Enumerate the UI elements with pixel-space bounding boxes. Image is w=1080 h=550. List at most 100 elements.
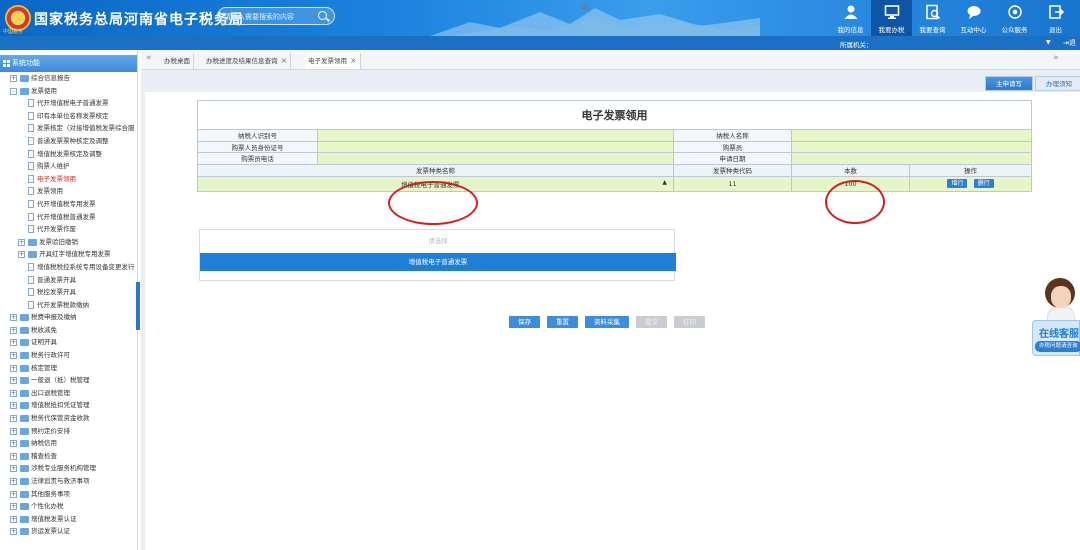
sidebar-item[interactable]: - 发票使用 <box>0 85 137 98</box>
sidebar-item[interactable]: 代开增值税电子普通发票 <box>0 97 137 110</box>
tab-handling-notes[interactable]: 办理须知 <box>1035 76 1080 91</box>
sidebar-item[interactable]: + 证明开具 <box>0 336 137 349</box>
nav-public-service[interactable]: 公众服务 <box>994 0 1035 36</box>
nav-tax-handling[interactable]: 我要办税 <box>871 0 912 36</box>
tab-e-invoice-apply[interactable]: 电子发票领用 × <box>305 53 361 69</box>
sidebar-item[interactable]: 电子发票领用 <box>0 173 137 186</box>
tab-scroll-right-icon[interactable]: » <box>1053 53 1059 63</box>
expand-icon[interactable]: + <box>10 427 17 435</box>
buyer-id-field[interactable] <box>317 140 674 153</box>
expand-icon[interactable]: + <box>10 515 17 523</box>
sidebar-item[interactable]: + 税收减免 <box>0 324 137 337</box>
sidebar-item[interactable]: 印有本单位名称发票核定 <box>0 110 137 123</box>
sidebar-item[interactable]: + 涉税专业服务机构管理 <box>0 462 137 475</box>
nav-exit[interactable]: 退出 <box>1035 0 1076 36</box>
expand-icon[interactable]: + <box>10 415 17 423</box>
sidebar-item-label: 代开增值税普通发票 <box>37 212 96 221</box>
nav-interaction[interactable]: 互动中心 <box>953 0 994 36</box>
expand-icon[interactable]: + <box>10 314 17 322</box>
expand-icon[interactable]: + <box>10 440 17 448</box>
save-button[interactable]: 保存 <box>509 316 540 328</box>
sidebar-item[interactable]: 代开增值税专用发票 <box>0 198 137 211</box>
search-icon[interactable] <box>318 11 327 20</box>
sidebar-item[interactable]: + 核定管理 <box>0 362 137 375</box>
sidebar-item[interactable]: 购票人维护 <box>0 160 137 173</box>
sidebar-item[interactable]: + 税费申报及缴纳 <box>0 311 137 324</box>
nav-my-info[interactable]: 我的信息 <box>830 0 871 36</box>
sidebar-item-label: 发票使用 <box>31 86 57 95</box>
sidebar-item[interactable]: + 预约定价安排 <box>0 425 137 438</box>
sidebar-item[interactable]: + 其他服务事项 <box>0 488 137 501</box>
data-collect-button[interactable]: 资料采集 <box>585 316 629 328</box>
sidebar-item[interactable]: + 增值税抵扣凭证管理 <box>0 399 137 412</box>
sidebar-item[interactable]: + 稽查检查 <box>0 450 137 463</box>
expand-icon[interactable]: + <box>10 389 17 397</box>
tab-main-apply[interactable]: 主申请写 <box>985 76 1033 91</box>
sidebar-collapse-handle[interactable] <box>136 282 140 330</box>
expand-icon[interactable]: + <box>10 490 17 498</box>
org-dropdown-icon[interactable]: ▼ <box>1046 39 1051 46</box>
print-button[interactable]: 打印 <box>674 316 705 328</box>
tab-progress-query[interactable]: 办税进度及结果信息查询 × <box>203 53 292 69</box>
sidebar-item[interactable]: 代开发票作废 <box>0 223 137 236</box>
sidebar-item[interactable]: 税控发票开具 <box>0 286 137 299</box>
expand-icon[interactable]: + <box>10 402 17 410</box>
expand-icon[interactable]: + <box>10 75 17 82</box>
apply-date-field[interactable] <box>790 152 1033 165</box>
sidebar-item[interactable]: 代开增值税普通发票 <box>0 211 137 224</box>
sidebar-item[interactable]: + 货运发票认证 <box>0 525 137 538</box>
sidebar-item[interactable]: + 纳税信用 <box>0 437 137 450</box>
expand-icon[interactable]: + <box>10 339 17 347</box>
expand-icon[interactable]: + <box>18 251 25 259</box>
sidebar-item[interactable]: 发票核定（对接增值税发票综合服 <box>0 122 137 135</box>
taxpayer-name-field[interactable] <box>790 129 1033 142</box>
collapse-icon[interactable]: - <box>10 87 17 95</box>
buyer-phone-field[interactable] <box>317 152 674 165</box>
sidebar-item[interactable]: + 一般退（抵）税管理 <box>0 374 137 387</box>
expand-icon[interactable]: + <box>10 452 17 460</box>
expand-icon[interactable]: + <box>10 528 17 536</box>
exit-link[interactable]: ⇥退 <box>1063 38 1076 48</box>
sidebar-item[interactable]: + 发票验旧缴销 <box>0 236 137 249</box>
sidebar-item[interactable]: 普通发票开具 <box>0 274 137 287</box>
sidebar-item[interactable]: + 个性化办税 <box>0 500 137 513</box>
sidebar-item[interactable]: + 开具红字增值税专用发票 <box>0 248 137 261</box>
customer-service-avatar[interactable] <box>1039 276 1079 324</box>
submit-button[interactable]: 提交 <box>636 316 667 328</box>
dropdown-option[interactable]: 增值税电子普通发票 <box>200 253 676 271</box>
sidebar-item[interactable]: 代开发票税款缴纳 <box>0 299 137 312</box>
expand-icon[interactable]: + <box>10 352 17 360</box>
close-icon[interactable]: × <box>350 56 357 65</box>
dropdown-placeholder-option[interactable]: 请选择 <box>200 235 676 247</box>
close-icon[interactable]: × <box>281 56 288 65</box>
caret-up-icon[interactable]: ▲ <box>662 179 667 186</box>
online-service-widget[interactable]: 在线客服 办税问题请咨询 <box>1032 320 1080 356</box>
sidebar-item[interactable]: + 税务代保管资金收款 <box>0 412 137 425</box>
tab-desktop[interactable]: 办税桌面 <box>161 53 194 69</box>
expand-icon[interactable]: + <box>18 238 25 246</box>
sidebar-item[interactable]: + 税务行政许可 <box>0 349 137 362</box>
reset-button[interactable]: 重置 <box>547 316 578 328</box>
sidebar-item[interactable]: 增值税税控系统专用设备变更发行 <box>0 261 137 274</box>
expand-icon[interactable]: + <box>10 377 17 385</box>
nav-query[interactable]: 我要查询 <box>912 0 953 36</box>
expand-icon[interactable]: + <box>10 326 17 334</box>
sidebar-item[interactable]: + 法律追责与救济事项 <box>0 475 137 488</box>
delete-row-button[interactable]: 删行 <box>973 179 994 188</box>
expand-icon[interactable]: + <box>10 478 17 485</box>
tab-scroll-left-icon[interactable]: « <box>146 53 152 63</box>
sidebar-item[interactable]: 增值税发票核定及调整 <box>0 148 137 161</box>
folder-icon <box>20 490 29 498</box>
add-row-button[interactable]: 增行 <box>947 179 968 188</box>
expand-icon[interactable]: + <box>10 364 17 372</box>
expand-icon[interactable]: + <box>10 465 17 473</box>
sidebar-item[interactable]: + 增值税发票认证 <box>0 513 137 526</box>
buyer-field[interactable] <box>790 140 1033 153</box>
search-input[interactable] <box>224 10 316 23</box>
sidebar-item[interactable]: + 出口退税管理 <box>0 387 137 400</box>
sidebar-item[interactable]: + 综合信息报告 <box>0 72 137 85</box>
taxpayer-id-field[interactable] <box>317 129 674 142</box>
expand-icon[interactable]: + <box>10 503 17 511</box>
sidebar-item[interactable]: 发票领用 <box>0 185 137 198</box>
sidebar-item[interactable]: 普通发票票种核定及调整 <box>0 135 137 148</box>
